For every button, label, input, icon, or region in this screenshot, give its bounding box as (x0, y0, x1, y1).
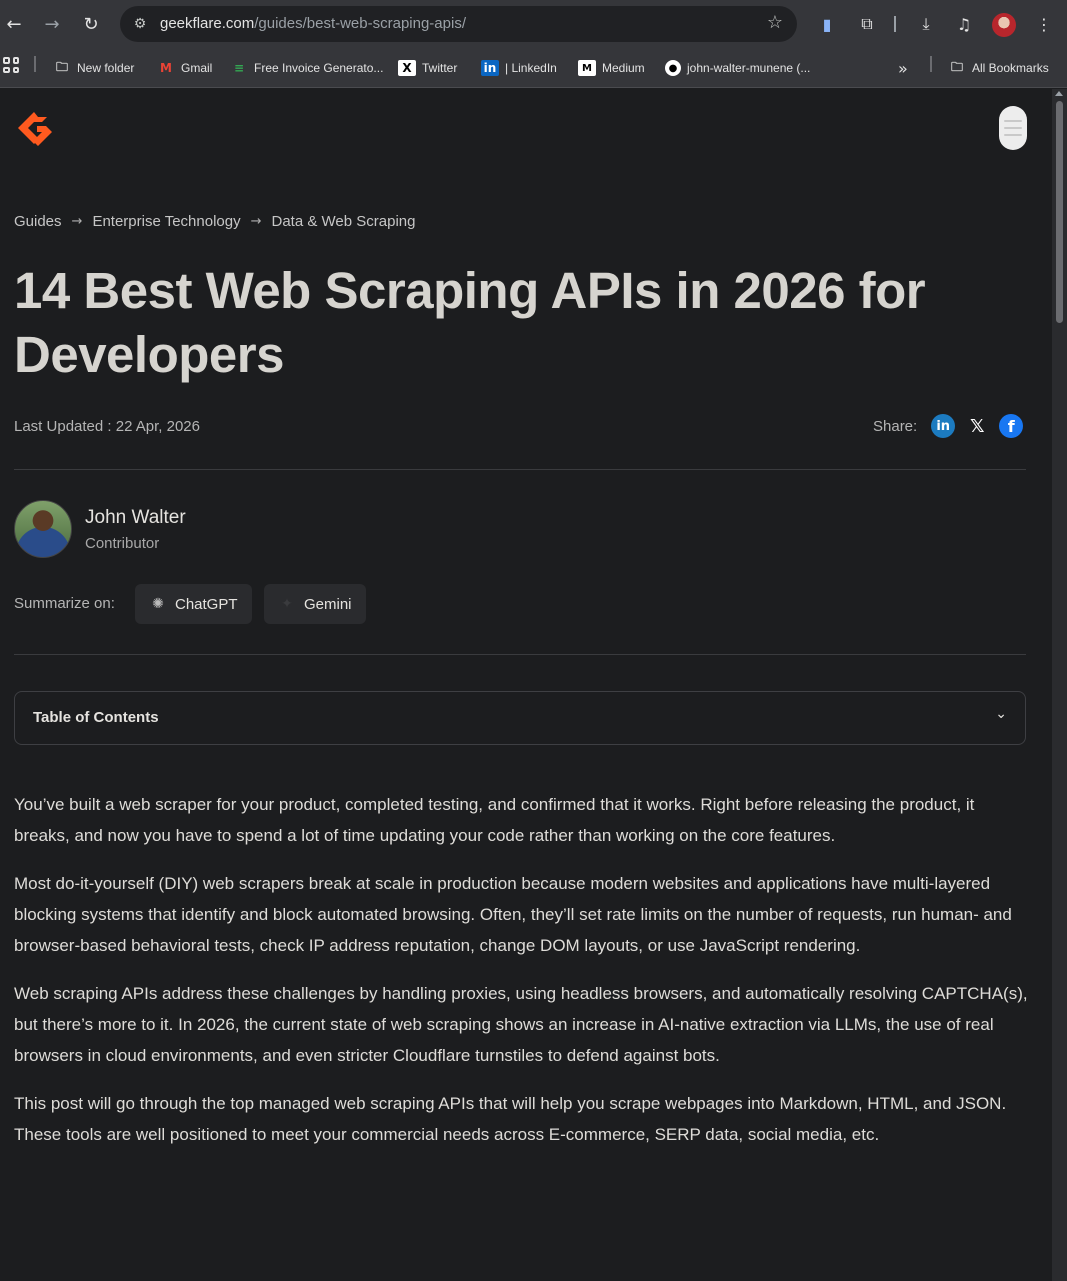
url-domain: geekflare.com (160, 15, 255, 32)
share-x-icon[interactable]: 𝕏 (965, 414, 989, 438)
download-icon[interactable]: ⤓ (915, 13, 937, 35)
share-label: Share: (873, 417, 918, 435)
browser-toolbar: ← → ↻ ⚙ geekflare.com/guides/best-web-sc… (0, 0, 1067, 48)
geekflare-logo[interactable] (15, 109, 55, 149)
toc-label: Table of Contents (33, 709, 159, 726)
reload-icon[interactable]: ↻ (77, 10, 105, 38)
breadcrumb-data-web-scraping[interactable]: Data & Web Scraping (272, 213, 416, 230)
summarize-chatgpt-button[interactable]: ✺ ChatGPT (135, 584, 252, 624)
gmail-icon: M (160, 61, 172, 75)
chatgpt-icon: ✺ (152, 596, 164, 612)
summarize-gemini-button[interactable]: ✦ Gemini (264, 584, 366, 624)
extension-docs-icon[interactable]: ▮ (816, 13, 838, 35)
url-text[interactable]: geekflare.com/guides/best-web-scraping-a… (160, 15, 466, 32)
scroll-up-arrow-icon[interactable] (1055, 91, 1063, 96)
summarize-chatgpt-label: ChatGPT (175, 595, 238, 613)
bookmark-label: Gmail (181, 61, 213, 75)
bookmark-label: Twitter (422, 61, 458, 75)
bookmark-label: | LinkedIn (505, 61, 557, 75)
bookmark-medium[interactable]: M Medium (578, 58, 645, 78)
forward-arrow-icon[interactable]: → (38, 10, 66, 38)
bookmark-new-folder[interactable]: 🗀 New folder (53, 58, 134, 78)
bookmark-github[interactable]: ● john-walter-munene (... (665, 58, 810, 78)
bookmark-star-icon[interactable]: ☆ (767, 12, 783, 33)
bookmark-twitter[interactable]: X Twitter (398, 58, 457, 78)
author-role: Contributor (85, 535, 160, 552)
breadcrumb-guides[interactable]: Guides (14, 213, 62, 230)
bookmark-linkedin[interactable]: in | LinkedIn (481, 58, 557, 78)
folder-icon: 🗀 (55, 59, 68, 74)
bookmark-label: New folder (77, 61, 135, 75)
medium-icon: M (578, 60, 596, 76)
bookmarks-separator-right (930, 56, 932, 72)
back-arrow-icon[interactable]: ← (0, 10, 28, 38)
github-icon: ● (665, 60, 681, 76)
apps-grid-icon[interactable] (3, 57, 19, 73)
share-facebook-icon[interactable]: f (999, 414, 1024, 438)
author-name[interactable]: John Walter (85, 507, 186, 529)
bookmark-label: Free Invoice Generato... (254, 61, 384, 75)
breadcrumb-arrow-icon: → (71, 214, 83, 229)
bookmark-label: Medium (602, 61, 645, 75)
share-bar: Share: in 𝕏 f (873, 414, 1024, 438)
bookmarks-overflow-icon[interactable]: » (898, 58, 908, 78)
profile-avatar[interactable] (992, 13, 1016, 37)
address-bar[interactable]: ⚙ geekflare.com/guides/best-web-scraping… (120, 6, 797, 42)
page-scrollbar[interactable] (1052, 89, 1067, 1281)
paragraph: This post will go through the top manage… (14, 1094, 1007, 1144)
folder-icon: 🗀 (950, 59, 963, 74)
share-linkedin-icon[interactable]: in (931, 414, 956, 438)
all-bookmarks-label: All Bookmarks (972, 61, 1049, 75)
page-content: Guides → Enterprise Technology → Data & … (0, 89, 1052, 1281)
site-info-icon[interactable]: ⚙ (130, 14, 150, 34)
paragraph: Most do-it-yourself (DIY) web scrapers b… (14, 874, 1012, 955)
summarize-gemini-label: Gemini (304, 595, 352, 613)
page-title: 14 Best Web Scraping APIs in 2026 for De… (14, 262, 926, 383)
extensions-puzzle-icon[interactable]: ⧉ (856, 13, 878, 35)
article-body: You’ve built a web scraper for your prod… (14, 789, 1029, 1167)
bookmark-label: john-walter-munene (... (687, 61, 811, 75)
media-control-icon[interactable]: ♫ (953, 13, 975, 35)
toolbar-separator (894, 16, 896, 32)
x-icon: X (398, 60, 416, 76)
breadcrumb-arrow-icon: → (250, 214, 262, 229)
paragraph: You’ve built a web scraper for your prod… (14, 795, 975, 845)
url-path: /guides/best-web-scraping-apis/ (254, 15, 466, 32)
menu-toggle-button[interactable] (999, 106, 1027, 150)
bookmark-gmail[interactable]: M Gmail (157, 58, 212, 78)
chevron-down-icon: ⌄ (995, 706, 1007, 722)
table-of-contents-toggle[interactable]: Table of Contents ⌄ (14, 691, 1026, 745)
linkedin-icon: in (481, 60, 499, 76)
all-bookmarks[interactable]: 🗀 All Bookmarks (948, 58, 1049, 78)
invoice-icon: ≡ (233, 61, 245, 75)
bookmark-invoice[interactable]: ≡ Free Invoice Generato... (230, 58, 383, 78)
author-avatar[interactable] (14, 500, 72, 558)
breadcrumb: Guides → Enterprise Technology → Data & … (14, 213, 415, 230)
last-updated: Last Updated : 22 Apr, 2026 (14, 418, 200, 435)
gemini-icon: ✦ (281, 596, 293, 612)
breadcrumb-enterprise-technology[interactable]: Enterprise Technology (92, 213, 240, 230)
divider (14, 654, 1026, 655)
more-menu-icon[interactable]: ⋮ (1033, 13, 1055, 35)
scrollbar-thumb[interactable] (1056, 101, 1063, 323)
summarize-label: Summarize on: (14, 595, 115, 612)
paragraph: Web scraping APIs address these challeng… (14, 984, 1028, 1065)
bookmarks-separator (34, 56, 36, 72)
divider (14, 469, 1026, 470)
